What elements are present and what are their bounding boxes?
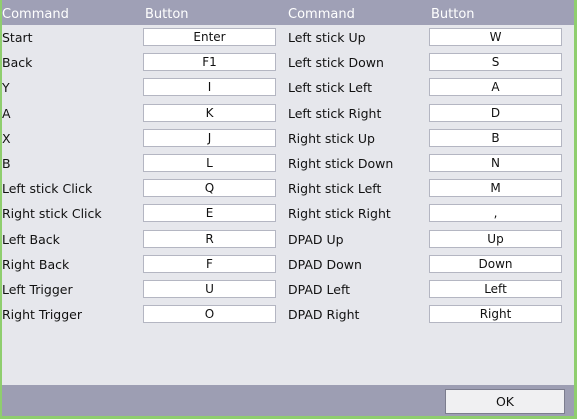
button-field[interactable]: Q (143, 179, 276, 198)
command-label: Start (2, 30, 33, 45)
command-label: DPAD Left (288, 282, 351, 297)
command-label: Right stick Up (288, 130, 375, 146)
button-field[interactable]: R (143, 229, 276, 248)
dialog-footer: OK (2, 385, 574, 416)
command-label: Right stick Right (288, 206, 391, 222)
table-row: A K Left stick Right D (2, 101, 574, 126)
command-label: A (2, 105, 11, 121)
table-row: Right stick Click E Right stick Right , (2, 201, 574, 226)
table-row: Left stick Click Q Right stick Left M (2, 176, 574, 201)
button-field[interactable]: Enter (143, 28, 276, 46)
button-field[interactable]: E (143, 204, 276, 223)
button-field[interactable]: K (143, 103, 276, 122)
button-field[interactable]: L (143, 154, 276, 172)
table-row: Left Back R DPAD Up Up (2, 227, 574, 252)
button-field[interactable]: F1 (143, 53, 276, 72)
button-field[interactable]: O (143, 305, 276, 324)
table-row: Right Back F DPAD Down Down (2, 252, 574, 277)
command-label: Left stick Left (288, 80, 372, 96)
command-label: B (2, 156, 11, 171)
table-row: Right Trigger O DPAD Right Right (2, 302, 574, 327)
command-label: Right Back (2, 256, 70, 272)
button-field[interactable]: B (429, 128, 562, 147)
table-row: Back F1 Left stick Down S (2, 50, 574, 75)
button-field[interactable]: W (429, 28, 562, 46)
header-command-left: Command (2, 7, 69, 22)
command-label: DPAD Up (288, 231, 344, 247)
table-row: Start Enter Left stick Up W (2, 25, 574, 50)
table-row: B L Right stick Down N (2, 151, 574, 176)
key-mapping-table: Start Enter Left stick Up W Back F1 Left… (2, 25, 574, 385)
command-label: Left stick Right (288, 105, 382, 121)
table-header: Command Button Command Button (2, 0, 574, 25)
command-label: Right Trigger (2, 307, 82, 323)
button-field[interactable]: J (143, 128, 276, 147)
command-label: Right stick Click (2, 206, 102, 222)
table-row: X J Right stick Up B (2, 126, 574, 151)
button-field[interactable]: N (429, 154, 562, 172)
button-field[interactable]: Left (429, 280, 562, 298)
header-command-right: Command (288, 7, 355, 22)
button-field[interactable]: U (143, 280, 276, 298)
button-field[interactable]: S (429, 53, 562, 72)
table-row: Y I Left stick Left A (2, 75, 574, 100)
header-button-left: Button (145, 7, 189, 22)
ok-button[interactable]: OK (445, 389, 565, 414)
command-label: Y (2, 80, 10, 96)
command-label: Left stick Up (288, 30, 366, 45)
command-label: Right stick Down (288, 156, 394, 171)
table-row: Left Trigger U DPAD Left Left (2, 277, 574, 302)
button-field[interactable]: M (429, 179, 562, 198)
command-label: Right stick Left (288, 181, 382, 197)
command-label: X (2, 130, 11, 146)
button-field[interactable]: F (143, 254, 276, 273)
command-label: Left stick Down (288, 55, 384, 71)
button-field[interactable]: , (429, 204, 562, 223)
button-field[interactable]: D (429, 103, 562, 122)
button-field[interactable]: Down (429, 254, 562, 273)
command-label: DPAD Down (288, 256, 362, 272)
command-label: Left Trigger (2, 282, 73, 297)
button-field[interactable]: I (143, 78, 276, 97)
button-field[interactable]: Right (429, 305, 562, 324)
command-label: Left Back (2, 231, 60, 247)
header-button-right: Button (431, 7, 475, 22)
button-field[interactable]: Up (429, 229, 562, 248)
command-label: DPAD Right (288, 307, 360, 323)
button-field[interactable]: A (429, 78, 562, 97)
command-label: Left stick Click (2, 181, 93, 197)
command-label: Back (2, 55, 33, 71)
